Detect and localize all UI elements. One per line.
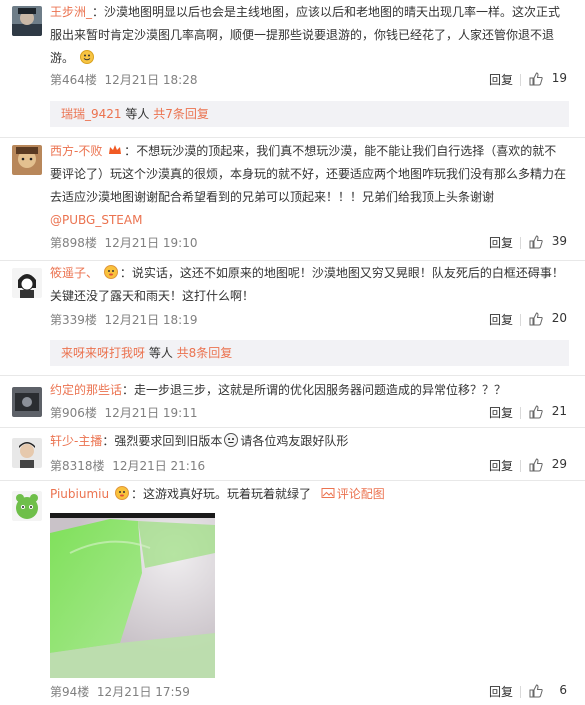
floor-and-time: 第906楼 12月21日 19:11 (50, 404, 197, 421)
emoji-badge-icon (103, 264, 118, 279)
sub-replies-bar: 瑞瑞_9421 等人 共7条回复 (50, 101, 569, 127)
mention-link[interactable]: @PUBG_STEAM (50, 213, 142, 227)
divider (0, 480, 585, 481)
like-count: 29 (551, 457, 567, 471)
comment-text: 轩少-主播：强烈要求回到旧版本 请各位鸡友跟好队形 (50, 432, 349, 448)
floor-and-time: 第464楼 12月21日 18:28 (50, 71, 197, 88)
avatar[interactable] (12, 268, 42, 298)
username-link[interactable]: 约定的那些话 (50, 383, 122, 397)
view-picture-link[interactable]: 评论配图 (337, 487, 385, 501)
reply-button[interactable]: 回复 (489, 71, 513, 88)
avatar[interactable] (12, 491, 42, 521)
comment-text: 筱遥子、 ：说实话，这还不如原来的地图呢！沙漠地图又穷又晃眼！队友死后的白框还碍… (50, 264, 564, 303)
username-link[interactable]: 轩少-主播 (50, 434, 102, 448)
thumbs-up-icon[interactable] (529, 405, 543, 419)
avatar[interactable] (12, 145, 42, 175)
comment-content: 走一步退三步，这就是所谓的优化因服务器问题造成的异常位移？？？ (134, 383, 507, 397)
comment-content-a: 强烈要求回到旧版本 (114, 434, 223, 448)
comment-content-b: 请各位鸡友跟好队形 (240, 434, 349, 448)
divider (0, 427, 585, 428)
comment-meta: 第339楼 12月21日 18:19 回复 20 (50, 311, 567, 329)
avatar[interactable] (12, 387, 42, 417)
avatar[interactable] (12, 438, 42, 468)
comment-content: 不想玩沙漠的顶起来，我们真不想玩沙漠，能不能让我们自行选择（喜欢的就不要评论了）… (50, 144, 567, 204)
reply-button[interactable]: 回复 (489, 311, 513, 328)
divider (520, 407, 521, 419)
divider (520, 460, 521, 472)
timestamp: 12月21日 17:59 (96, 685, 190, 699)
timestamp: 12月21日 19:10 (104, 236, 198, 250)
timestamp: 12月21日 18:28 (104, 73, 198, 87)
comment-meta: 第906楼 12月21日 19:11 回复 21 (50, 404, 567, 422)
sub-reply-separator: 等人 (121, 107, 154, 121)
divider (520, 686, 521, 698)
comment-content: 这游戏真好玩。玩着玩着就绿了 (142, 487, 311, 501)
thumbs-up-icon[interactable] (529, 312, 543, 326)
timestamp: 12月21日 19:11 (104, 406, 198, 420)
comment-meta: 第94楼 12月21日 17:59 回复 6 (50, 683, 567, 701)
divider (0, 137, 585, 138)
divider (520, 74, 521, 86)
floor-and-time: 第898楼 12月21日 19:10 (50, 234, 197, 251)
reply-button[interactable]: 回复 (489, 234, 513, 251)
divider (0, 260, 585, 261)
sub-reply-user-link[interactable]: 瑞瑞_9421 (61, 107, 122, 121)
comment-content: 沙漠地图明显以后也会是主线地图，应该以后和老地图的晴天出现几率一样。这次正式服出… (50, 5, 561, 65)
floor-number: 第339楼 (50, 313, 97, 327)
floor-and-time: 第8318楼 12月21日 21:16 (50, 457, 205, 474)
comment-photo-thumbnail[interactable] (50, 513, 215, 678)
like-count: 39 (551, 234, 567, 248)
comment-text: 约定的那些话：走一步退三步，这就是所谓的优化因服务器问题造成的异常位移？？？ (50, 383, 507, 397)
avatar[interactable] (12, 6, 42, 36)
comment-text: 王步洲_：沙漠地图明显以后也会是主线地图，应该以后和老地图的晴天出现几率一样。这… (50, 5, 561, 65)
emoji-face-icon (224, 432, 239, 447)
divider (0, 375, 585, 376)
reply-button[interactable]: 回复 (489, 683, 513, 700)
reply-button[interactable]: 回复 (489, 457, 513, 474)
floor-number: 第8318楼 (50, 459, 105, 473)
tongue-emoji-icon (79, 49, 94, 64)
divider (520, 314, 521, 326)
floor-number: 第94楼 (50, 685, 90, 699)
comment-meta: 第898楼 12月21日 19:10 回复 39 (50, 234, 567, 252)
sub-reply-user-link[interactable]: 来呀来呀打我呀 (61, 346, 145, 360)
thumbs-up-icon[interactable] (529, 458, 543, 472)
timestamp: 12月21日 18:19 (104, 313, 198, 327)
timestamp: 12月21日 21:16 (112, 459, 206, 473)
thumbs-up-icon[interactable] (529, 235, 543, 249)
comment-text: Piubiumiu ：这游戏真好玩。玩着玩着就绿了 评论配图 (50, 485, 385, 501)
view-all-replies-link[interactable]: 共7条回复 (153, 107, 209, 121)
reply-button[interactable]: 回复 (489, 404, 513, 421)
emoji-badge-icon (114, 485, 129, 500)
username-link[interactable]: 筱遥子、 (50, 266, 98, 280)
like-count: 19 (551, 71, 567, 85)
username-link[interactable]: Piubiumiu (50, 487, 109, 501)
thumbs-up-icon[interactable] (529, 684, 543, 698)
picture-icon[interactable] (321, 485, 335, 499)
comment-content: 说实话，这还不如原来的地图呢！沙漠地图又穷又晃眼！队友死后的白框还碍事！关键还没… (50, 266, 564, 303)
floor-and-time: 第94楼 12月21日 17:59 (50, 683, 190, 700)
like-count: 21 (551, 404, 567, 418)
crown-icon (108, 142, 122, 156)
divider (520, 237, 521, 249)
like-count: 6 (559, 683, 567, 697)
sub-reply-separator: 等人 (145, 346, 177, 360)
username-link[interactable]: 王步洲_ (50, 5, 92, 19)
floor-number: 第906楼 (50, 406, 97, 420)
comment-meta: 第8318楼 12月21日 21:16 回复 29 (50, 457, 567, 475)
comment-text: 西方-不败 ：不想玩沙漠的顶起来，我们真不想玩沙漠，能不能让我们自行选择（喜欢的… (50, 142, 567, 227)
like-count: 20 (551, 311, 567, 325)
floor-number: 第464楼 (50, 73, 97, 87)
floor-number: 第898楼 (50, 236, 97, 250)
view-all-replies-link[interactable]: 共8条回复 (177, 346, 233, 360)
thumbs-up-icon[interactable] (529, 72, 543, 86)
username-link[interactable]: 西方-不败 (50, 144, 102, 158)
sub-replies-bar: 来呀来呀打我呀 等人 共8条回复 (50, 340, 569, 366)
floor-and-time: 第339楼 12月21日 18:19 (50, 311, 197, 328)
comment-meta: 第464楼 12月21日 18:28 回复 19 (50, 71, 567, 89)
